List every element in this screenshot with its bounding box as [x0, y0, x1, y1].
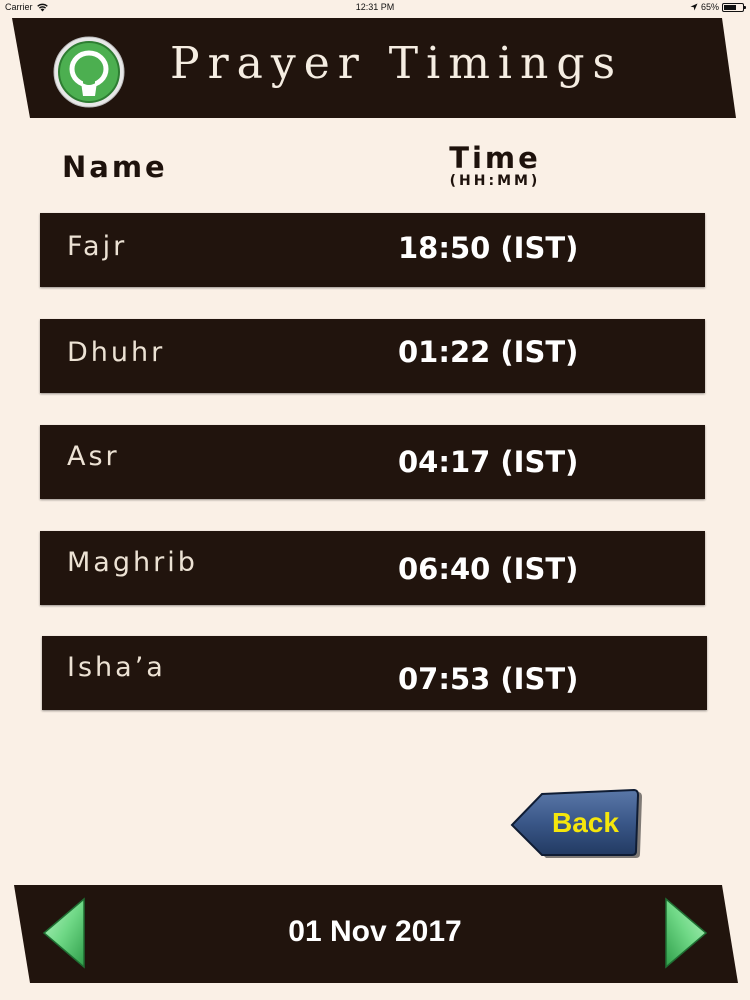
prayer-time: 07:53 (IST) [398, 662, 579, 696]
back-button-label: Back [552, 807, 619, 838]
prayer-name: Fajr [67, 231, 128, 262]
next-arrow-icon[interactable] [660, 897, 710, 969]
prayer-time: 18:50 (IST) [398, 231, 579, 265]
column-header-time: Time (HH:MM) [410, 142, 580, 188]
prayer-name: Maghrib [67, 547, 198, 578]
app-logo-icon [53, 36, 125, 108]
prayer-name: Dhuhr [67, 337, 166, 368]
battery-icon [722, 2, 746, 12]
battery-percent: 65% [700, 2, 719, 12]
prayer-row-maghrib: Maghrib 06:40 (IST) [40, 531, 705, 605]
prayer-row-ishaa: Isha’a 07:53 (IST) [42, 636, 707, 710]
column-header-time-unit: (HH:MM) [449, 173, 541, 189]
column-header-name: Name [62, 150, 168, 184]
location-arrow-icon [690, 3, 698, 11]
prayer-time: 06:40 (IST) [398, 552, 579, 586]
battery-level [724, 4, 736, 10]
prayer-row-fajr: Fajr 18:50 (IST) [40, 213, 705, 287]
prayer-time: 01:22 (IST) [398, 335, 579, 369]
prayer-name: Asr [67, 441, 120, 472]
previous-arrow-icon[interactable] [40, 897, 90, 969]
status-bar: Carrier 12:31 PM 65% [0, 0, 750, 14]
status-right: 65% [690, 0, 746, 14]
status-time: 12:31 PM [355, 2, 395, 12]
prayer-name: Isha’a [67, 652, 166, 683]
prayer-row-dhuhr: Dhuhr 01:22 (IST) [40, 319, 705, 393]
footer-date-bar: 01 Nov 2017 [0, 883, 750, 985]
prayer-time: 04:17 (IST) [398, 445, 579, 479]
current-date: 01 Nov 2017 [288, 915, 462, 948]
page-title: Prayer Timings [170, 38, 624, 89]
prayer-row-asr: Asr 04:17 (IST) [40, 425, 705, 499]
column-header-time-label: Time [449, 141, 541, 175]
header-banner: Prayer Timings [0, 18, 750, 118]
back-button[interactable]: Back [508, 788, 644, 864]
